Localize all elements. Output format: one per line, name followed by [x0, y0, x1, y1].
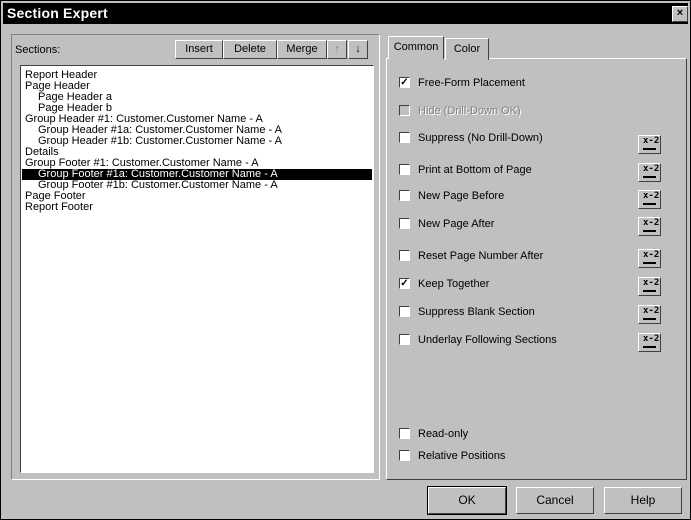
tab-color[interactable]: Color — [445, 38, 489, 60]
ok-button[interactable]: OK — [427, 486, 507, 515]
formula-button-icon[interactable]: x-2 — [638, 277, 661, 296]
checkbox[interactable] — [399, 132, 410, 143]
list-item[interactable]: Report Footer — [25, 202, 93, 213]
window-title: Section Expert — [7, 5, 108, 21]
sections-label: Sections: — [15, 44, 61, 56]
checkbox[interactable] — [399, 164, 410, 175]
insert-button[interactable]: Insert — [175, 40, 223, 59]
formula-button-icon[interactable]: x-2 — [638, 249, 661, 268]
checkbox[interactable] — [399, 428, 410, 439]
help-button[interactable]: Help — [604, 487, 682, 514]
checkbox[interactable] — [399, 218, 410, 229]
delete-button[interactable]: Delete — [223, 40, 277, 59]
checkbox[interactable] — [399, 190, 410, 201]
formula-button-icon[interactable]: x-2 — [638, 190, 661, 209]
list-item[interactable]: Group Header #1b: Customer.Customer Name… — [38, 136, 282, 147]
checkbox[interactable] — [399, 334, 410, 345]
checkbox[interactable]: ✓ — [399, 278, 410, 289]
move-up-arrow-icon[interactable]: ↑ — [327, 40, 347, 59]
formula-button-icon[interactable]: x-2 — [638, 217, 661, 236]
title-bar: Section Expert × — [3, 3, 688, 24]
tab-common[interactable]: Common — [388, 36, 444, 59]
checkbox[interactable] — [399, 450, 410, 461]
sections-list[interactable]: Report Header Page Header Page Header a … — [20, 65, 374, 473]
checkbox[interactable] — [399, 306, 410, 317]
section-expert-dialog: Section Expert × Sections: Insert Delete… — [0, 0, 691, 520]
close-icon[interactable]: × — [672, 6, 688, 22]
checkbox[interactable]: ✓ — [399, 77, 410, 88]
checkbox — [399, 105, 410, 116]
formula-button-icon[interactable]: x-2 — [638, 163, 661, 182]
formula-button-icon[interactable]: x-2 — [638, 305, 661, 324]
common-tab-panel — [386, 58, 687, 480]
checkbox[interactable] — [399, 250, 410, 261]
move-down-arrow-icon[interactable]: ↓ — [348, 40, 368, 59]
formula-button-icon[interactable]: x-2 — [638, 333, 661, 352]
formula-button-icon[interactable]: x-2 — [638, 135, 661, 154]
cancel-button[interactable]: Cancel — [516, 487, 594, 514]
merge-button[interactable]: Merge — [277, 40, 327, 59]
